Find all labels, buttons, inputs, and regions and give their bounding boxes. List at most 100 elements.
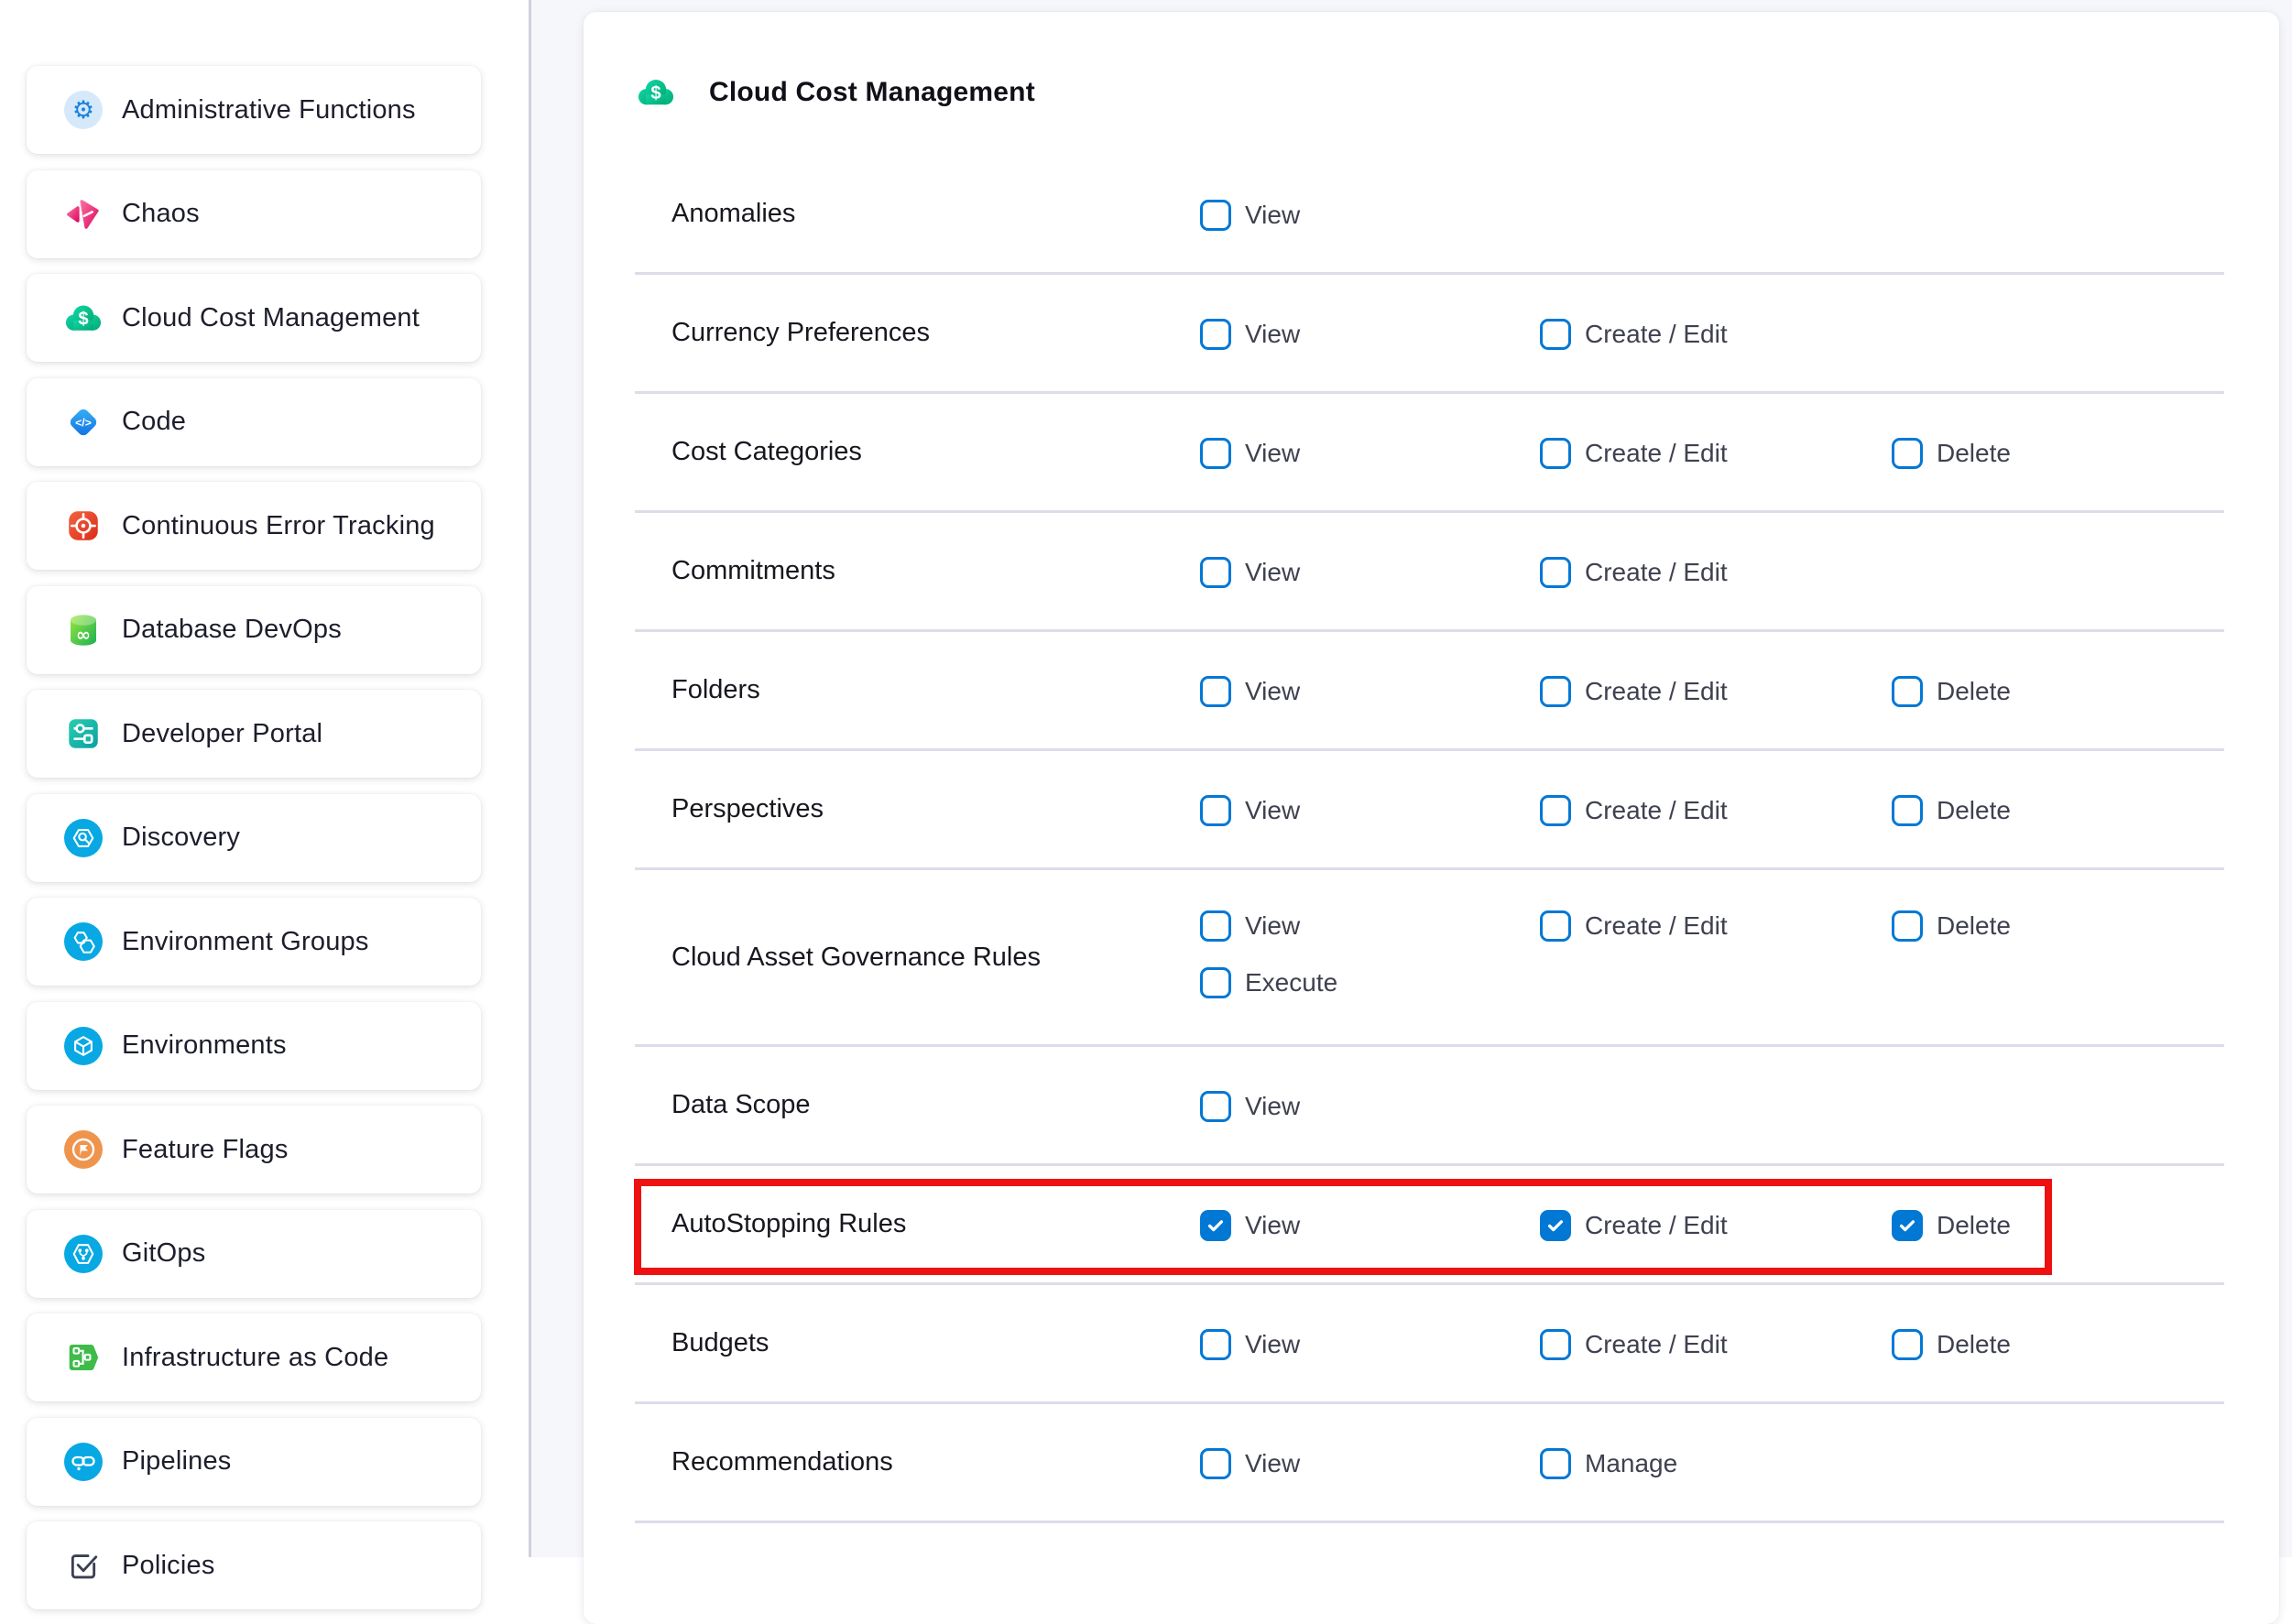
permission-label: View <box>1245 1211 1300 1240</box>
checkbox-commitments-create-edit[interactable] <box>1540 557 1571 588</box>
sidebar-item-label: Chaos <box>122 199 200 229</box>
permission-row-autostopping-rules: AutoStopping Rules View Create / Edit Delet… <box>635 1166 2224 1285</box>
checkbox-commitments-view[interactable] <box>1200 557 1231 588</box>
sidebar-item-label: Environment Groups <box>122 927 369 957</box>
error-tracking-icon <box>64 507 103 545</box>
checkbox-data-scope-view[interactable] <box>1200 1091 1231 1122</box>
main-content-area: $ Cloud Cost Management AnomaliesViewCur… <box>531 0 2292 1557</box>
resource-label: Cloud Asset Governance Rules <box>671 870 1041 1044</box>
sidebar-item-database-devops[interactable]: ∞ Database DevOps <box>27 586 481 674</box>
sidebar-item-pipelines[interactable]: Pipelines <box>27 1418 481 1506</box>
checkbox-folders-delete[interactable] <box>1892 676 1923 707</box>
permission-row-perspectives: PerspectivesViewCreate / EditDelete <box>635 751 2224 870</box>
checkbox-recommendations-manage[interactable] <box>1540 1448 1571 1479</box>
checkbox-cost-categories-create-edit[interactable] <box>1540 438 1571 469</box>
checkbox-autostopping-rules-create-edit[interactable] <box>1540 1210 1571 1241</box>
checkbox-perspectives-delete[interactable] <box>1892 795 1923 826</box>
sidebar-item-label: Environments <box>122 1030 287 1061</box>
permission-option: Create / Edit <box>1540 910 1728 942</box>
svg-text:</>: </> <box>75 416 92 429</box>
environment-groups-icon <box>64 922 103 961</box>
permission-option: View <box>1200 910 1300 942</box>
permission-option: View <box>1200 557 1300 588</box>
sidebar-item-administrative-functions[interactable]: ⚙Administrative Functions <box>27 66 481 154</box>
sidebar-item-gitops[interactable]: GitOps <box>27 1210 481 1298</box>
permission-row-recommendations: RecommendationsViewManage <box>635 1404 2224 1523</box>
checkbox-anomalies-view[interactable] <box>1200 200 1231 231</box>
sidebar-item-discovery[interactable]: Discovery <box>27 794 481 882</box>
checkbox-cost-categories-view[interactable] <box>1200 438 1231 469</box>
permission-label: Delete <box>1937 911 2011 941</box>
sidebar-item-label: Infrastructure as Code <box>122 1343 388 1373</box>
checkbox-currency-preferences-view[interactable] <box>1200 319 1231 350</box>
permission-label: Delete <box>1937 1211 2011 1240</box>
sidebar-item-label: Discovery <box>122 823 240 853</box>
permission-row-cost-categories: Cost CategoriesViewCreate / EditDelete <box>635 394 2224 513</box>
checkbox-perspectives-create-edit[interactable] <box>1540 795 1571 826</box>
permission-label: View <box>1245 1449 1300 1478</box>
permission-option: Create / Edit <box>1540 1329 1728 1360</box>
pipelines-icon <box>64 1443 103 1481</box>
permission-option: View <box>1200 676 1300 707</box>
permission-label: Create / Edit <box>1585 796 1728 825</box>
permission-row-folders: FoldersViewCreate / EditDelete <box>635 632 2224 751</box>
checkbox-cloud-asset-governance-rules-create-edit[interactable] <box>1540 910 1571 942</box>
card-header: $ Cloud Cost Management <box>637 71 1035 114</box>
sidebar-item-cloud-cost-management[interactable]: $Cloud Cost Management <box>27 274 481 362</box>
sidebar-item-continuous-error-tracking[interactable]: Continuous Error Tracking <box>27 482 481 570</box>
permission-row-anomalies: AnomaliesView <box>635 156 2224 275</box>
permission-label: Delete <box>1937 1330 2011 1359</box>
permission-label: Create / Edit <box>1585 1330 1728 1359</box>
resource-label: Perspectives <box>671 751 824 867</box>
checkbox-budgets-create-edit[interactable] <box>1540 1329 1571 1360</box>
sidebar-item-environment-groups[interactable]: Environment Groups <box>27 898 481 986</box>
permission-option: View <box>1200 1210 1300 1241</box>
resource-label: Anomalies <box>671 156 795 272</box>
checkbox-cloud-asset-governance-rules-view[interactable] <box>1200 910 1231 942</box>
checkbox-cost-categories-delete[interactable] <box>1892 438 1923 469</box>
svg-text:∞: ∞ <box>76 624 91 645</box>
sidebar-item-code[interactable]: </>Code <box>27 378 481 466</box>
resource-label: AutoStopping Rules <box>671 1166 906 1282</box>
resource-label: Currency Preferences <box>671 275 930 391</box>
checkbox-autostopping-rules-view[interactable] <box>1200 1210 1231 1241</box>
sidebar-item-developer-portal[interactable]: Developer Portal <box>27 690 481 778</box>
checkbox-cloud-asset-governance-rules-delete[interactable] <box>1892 910 1923 942</box>
permission-option: Delete <box>1892 795 2011 826</box>
sidebar-item-label: GitOps <box>122 1238 205 1269</box>
checkbox-cloud-asset-governance-rules-execute[interactable] <box>1200 967 1231 998</box>
resource-label: Data Scope <box>671 1047 811 1163</box>
svg-text:$: $ <box>78 309 88 329</box>
sidebar-item-chaos[interactable]: Chaos <box>27 170 481 258</box>
checkbox-recommendations-view[interactable] <box>1200 1448 1231 1479</box>
sidebar-item-policies[interactable]: Policies <box>27 1521 481 1609</box>
resource-label: Budgets <box>671 1285 769 1401</box>
sidebar-item-feature-flags[interactable]: Feature Flags <box>27 1106 481 1193</box>
gitops-icon <box>64 1235 103 1273</box>
permission-label: Delete <box>1937 796 2011 825</box>
checkbox-folders-view[interactable] <box>1200 676 1231 707</box>
permission-option: View <box>1200 1329 1300 1360</box>
svg-text:$: $ <box>650 83 660 104</box>
permissions-card: $ Cloud Cost Management AnomaliesViewCur… <box>584 12 2279 1624</box>
infrastructure-as-code-icon <box>64 1338 103 1377</box>
permission-row-commitments: CommitmentsViewCreate / Edit <box>635 513 2224 632</box>
checkbox-folders-create-edit[interactable] <box>1540 676 1571 707</box>
permission-label: Create / Edit <box>1585 677 1728 706</box>
checkbox-budgets-delete[interactable] <box>1892 1329 1923 1360</box>
permission-label: View <box>1245 677 1300 706</box>
checkbox-currency-preferences-create-edit[interactable] <box>1540 319 1571 350</box>
checkbox-perspectives-view[interactable] <box>1200 795 1231 826</box>
permission-label: View <box>1245 439 1300 468</box>
permission-option: Create / Edit <box>1540 1210 1728 1241</box>
checkbox-autostopping-rules-delete[interactable] <box>1892 1210 1923 1241</box>
sidebar-item-environments[interactable]: Environments <box>27 1002 481 1090</box>
permission-label: Manage <box>1585 1449 1677 1478</box>
permission-label: View <box>1245 558 1300 587</box>
sidebar-item-label: Database DevOps <box>122 615 342 645</box>
permission-label: Create / Edit <box>1585 558 1728 587</box>
permission-option: Create / Edit <box>1540 438 1728 469</box>
checkbox-budgets-view[interactable] <box>1200 1329 1231 1360</box>
sidebar-item-infrastructure-as-code[interactable]: Infrastructure as Code <box>27 1313 481 1401</box>
permission-option: View <box>1200 1091 1300 1122</box>
